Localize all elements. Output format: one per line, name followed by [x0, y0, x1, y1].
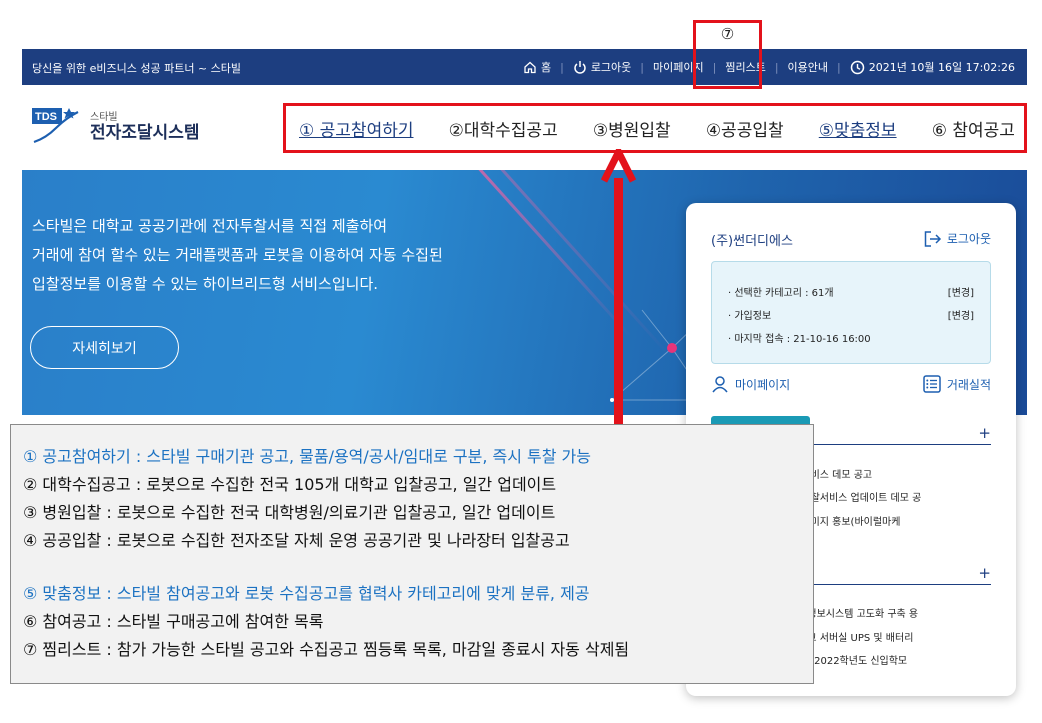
legend-item-2: ② 대학수집공고 : 로봇으로 수집한 전국 105개 대학교 입찰공고, 일간… — [23, 475, 557, 494]
main-nav: ① 공고참여하기 ②대학수집공고 ③병원입찰 ④공공입찰 ⑤맞춤정보 ⑥ 참여공… — [283, 103, 1027, 153]
datetime: 2021년 10월 16일 17:02:26 — [850, 59, 1015, 75]
arrow-shaft — [614, 178, 623, 424]
power-icon — [574, 61, 586, 74]
nav-custom-info[interactable]: ⑤맞춤정보 — [819, 116, 897, 141]
notice-item[interactable]: 용 서비스 데모 공고 — [789, 466, 989, 481]
logo-title: 전자조달시스템 — [90, 122, 200, 143]
legend-item-6: ⑥ 참여공고 : 스타빌 구매공고에 참여한 목록 — [23, 612, 324, 631]
divider: | — [560, 60, 564, 74]
logout-link[interactable]: 로그아웃 — [573, 59, 631, 75]
divider: | — [774, 60, 779, 74]
info-row: · 마지막 접속 : 21-10-16 16:00 — [728, 330, 974, 345]
nav-public-bids[interactable]: ④공공입찰 — [706, 116, 784, 141]
bid-item[interactable]: 대학교 서버실 UPS 및 배터리 — [789, 629, 989, 644]
wishlist-highlight-box: ⑦ — [693, 20, 762, 89]
card-logout-label: 로그아웃 — [946, 232, 991, 246]
trade-record-link[interactable]: 거래실적 — [923, 375, 991, 393]
arrow-up-icon — [600, 149, 637, 183]
legend-item-1: ① 공고참여하기 : 스타빌 구매기관 공고, 물품/용역/공사/임대로 구분,… — [23, 447, 591, 466]
info-label: · 선택한 카테고리 : 61개 — [728, 288, 834, 299]
logout-label: 로그아웃 — [590, 61, 632, 74]
card-mypage-label: 마이페이지 — [735, 377, 791, 392]
bid-item[interactable]: 종합정보시스템 고도화 구축 용 — [789, 605, 989, 620]
info-label: · 가입정보 — [728, 311, 772, 322]
logo-text: 스타빌 전자조달시스템 — [90, 112, 199, 143]
more-bids-button[interactable]: + — [978, 564, 991, 582]
home-label: 홈 — [540, 61, 552, 74]
logo-badge: TDS — [35, 111, 57, 123]
tagline: 당신을 위한 e비즈니스 성공 파트너 ~ 스타빌 — [32, 62, 242, 75]
hero-line: 스타빌은 대학교 공공기관에 전자투찰서를 직접 제출하여 — [32, 217, 388, 235]
list-icon — [923, 375, 941, 393]
legend-item-4: ④ 공공입찰 : 로봇으로 수집한 전자조달 자체 운영 공공기관 및 나라장터… — [23, 531, 570, 550]
marker-7: ⑦ — [720, 25, 735, 43]
divider: | — [837, 60, 841, 74]
info-row: · 선택한 카테고리 : 61개 [변경] — [728, 284, 974, 299]
logo-small-text: 스타빌 — [90, 111, 118, 123]
site-logo[interactable]: TDS 스타빌 전자조달시스템 — [32, 108, 199, 146]
hero-description: 스타빌은 대학교 공공기관에 전자투찰서를 직접 제출하여 거래에 참여 할수 … — [32, 212, 443, 299]
bid-item[interactable]: 40호,2022학년도 신입학모 — [789, 652, 989, 667]
legend-gap — [23, 555, 813, 580]
divider: | — [640, 60, 645, 74]
hero-line: 거래에 참여 할수 있는 거래플랫폼과 로봇을 이용하여 자동 수집된 — [32, 246, 443, 264]
more-notices-button[interactable]: + — [978, 424, 991, 442]
nav-university-notices[interactable]: ②대학수집공고 — [449, 116, 558, 141]
info-label: · 마지막 접속 : 21-10-16 16:00 — [728, 334, 871, 345]
page: 당신을 위한 e비즈니스 성공 파트너 ~ 스타빌 홈 | 로그아웃 | 마이페… — [0, 0, 1042, 723]
nav-hospital-bids[interactable]: ③병원입찰 — [593, 116, 671, 141]
hero-line: 입찰정보를 이용할 수 있는 하이브리드형 서비스입니다. — [32, 275, 379, 293]
more-details-button[interactable]: 자세히보기 — [30, 326, 179, 369]
notice-item[interactable]: 학 이미지 홍보(바이럴마케 — [789, 513, 989, 528]
top-bar: 당신을 위한 e비즈니스 성공 파트너 ~ 스타빌 홈 | 로그아웃 | 마이페… — [22, 49, 1027, 85]
top-nav: 홈 | 로그아웃 | 마이페이지 | 찜리스트 | 이용안내 | 2021년 1… — [523, 49, 1015, 85]
account-info-box: · 선택한 카테고리 : 61개 [변경] · 가입정보 [변경] · 마지막 … — [711, 261, 991, 364]
home-icon — [524, 61, 536, 74]
notice-item[interactable]: 용 입찰서비스 업데이트 데모 공 — [789, 489, 989, 504]
nav-bid-participate[interactable]: ① 공고참여하기 — [299, 116, 413, 141]
card-mypage-link[interactable]: 마이페이지 — [711, 375, 790, 393]
home-link[interactable]: 홈 — [523, 59, 551, 75]
menu-legend-box: ① 공고참여하기 : 스타빌 구매기관 공고, 물품/용역/공사/임대로 구분,… — [10, 424, 814, 684]
nav-participated-notices[interactable]: ⑥ 참여공고 — [932, 116, 1015, 141]
info-row: · 가입정보 [변경] — [728, 307, 974, 322]
datetime-text: 2021년 10월 16일 17:02:26 — [868, 61, 1015, 74]
guide-link[interactable]: 이용안내 — [788, 59, 828, 75]
legend-item-3: ③ 병원입찰 : 로봇으로 수집한 전국 대학병원/의료기관 입찰공고, 일간 … — [23, 503, 556, 522]
legend-item-7: ⑦ 찜리스트 : 참가 가능한 스타빌 공고와 수집공고 찜등록 목록, 마감일… — [23, 640, 630, 659]
trade-record-label: 거래실적 — [946, 377, 991, 392]
user-icon — [712, 376, 728, 393]
company-name: (주)썬더디에스 — [711, 234, 793, 249]
logout-icon — [924, 230, 941, 247]
tds-logo-icon: TDS — [32, 108, 82, 146]
clock-icon — [850, 60, 864, 74]
change-category-link[interactable]: [변경] — [948, 284, 974, 299]
card-logout-link[interactable]: 로그아웃 — [924, 230, 991, 247]
legend-item-5: ⑤ 맞춤정보 : 스타빌 참여공고와 로봇 수집공고를 협력사 카테고리에 맞게… — [23, 584, 590, 603]
change-membership-link[interactable]: [변경] — [948, 307, 974, 322]
